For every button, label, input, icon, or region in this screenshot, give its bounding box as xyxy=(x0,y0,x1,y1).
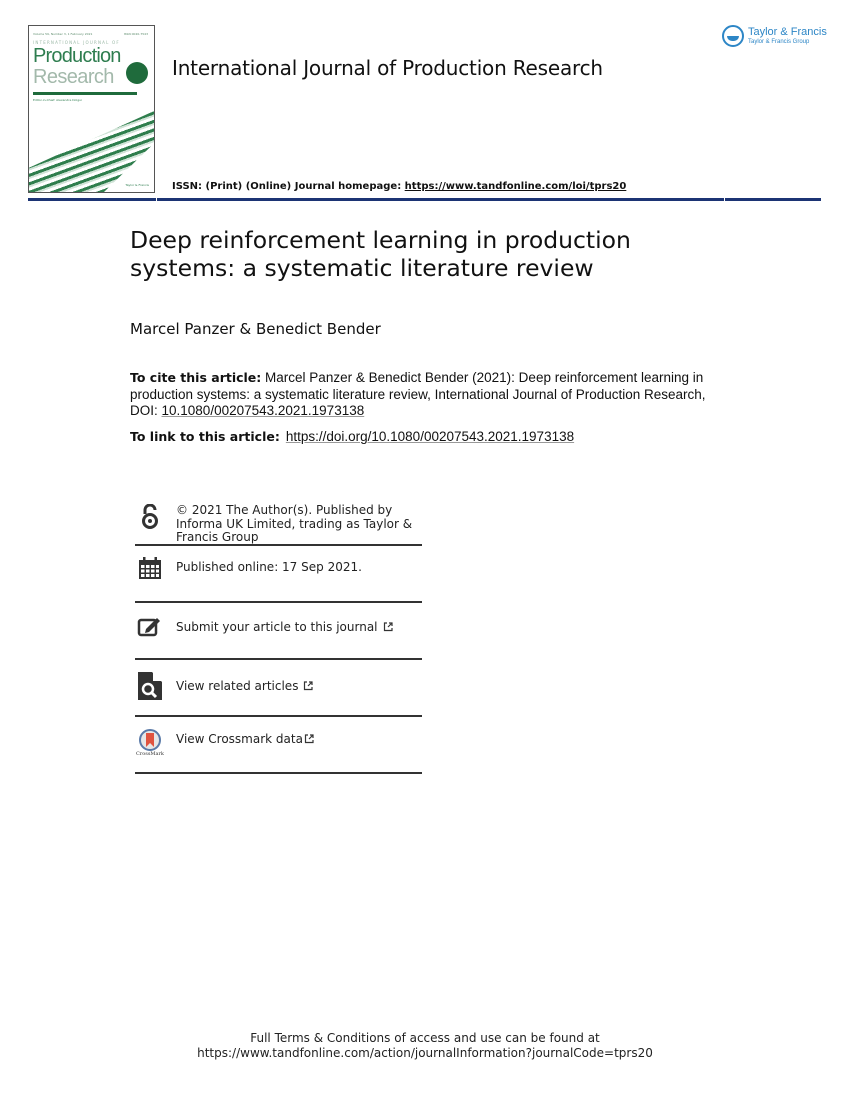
open-access-icon xyxy=(135,504,165,530)
related-search-icon xyxy=(135,672,165,700)
cover-band xyxy=(33,92,137,95)
journal-cover-image: Volume 59, Number 3, 1 February 2021 ISS… xyxy=(28,25,155,193)
cover-title-line1: Production xyxy=(33,45,121,67)
journal-homepage-link[interactable]: https://www.tandfonline.com/loi/tprs20 xyxy=(405,181,627,192)
footer-terms-text: Full Terms & Conditions of access and us… xyxy=(250,1031,600,1045)
edit-icon xyxy=(135,615,165,637)
article-link-block: To link to this article: https://doi.org/… xyxy=(130,429,574,444)
published-row: Published online: 17 Sep 2021. xyxy=(135,546,422,603)
cover-volume-line: Volume 59, Number 3, 1 February 2021 xyxy=(33,32,93,36)
crossmark-icon: CrossMark xyxy=(135,729,165,757)
article-authors: Marcel Panzer & Benedict Bender xyxy=(130,320,381,338)
calendar-icon xyxy=(135,556,165,580)
link-label: To link to this article: xyxy=(130,429,280,444)
publisher-group: Taylor & Francis Group xyxy=(748,38,810,45)
citation-block: To cite this article: Marcel Panzer & Be… xyxy=(130,370,720,420)
cover-publisher: Taylor & Francis xyxy=(125,183,149,187)
footer-terms-url[interactable]: https://www.tandfonline.com/action/journ… xyxy=(0,1046,850,1061)
article-title: Deep reinforcement learning in productio… xyxy=(130,226,631,282)
copyright-text: © 2021 The Author(s). Published by Infor… xyxy=(176,503,413,544)
related-articles-link[interactable]: View related articles xyxy=(135,660,422,717)
submit-article-link[interactable]: Submit your article to this journal xyxy=(135,603,422,660)
open-access-row: © 2021 The Author(s). Published by Infor… xyxy=(135,496,422,546)
divider-tick xyxy=(724,197,725,201)
crossmark-label: CrossMark xyxy=(136,751,164,757)
doi-link[interactable]: 10.1080/00207543.2021.1973138 xyxy=(162,403,365,418)
published-date: Published online: 17 Sep 2021. xyxy=(176,560,362,574)
issn-label: ISSN: (Print) (Online) Journal homepage: xyxy=(172,181,405,192)
publisher-logo-icon xyxy=(722,25,744,47)
external-link-icon xyxy=(304,734,314,744)
crossmark-link[interactable]: CrossMark View Crossmark data xyxy=(135,717,422,774)
journal-title: International Journal of Production Rese… xyxy=(172,56,603,80)
article-info-list: © 2021 The Author(s). Published by Infor… xyxy=(135,496,422,774)
article-doi-url[interactable]: https://doi.org/10.1080/00207543.2021.19… xyxy=(286,429,574,444)
cover-title-line2: Research xyxy=(33,66,114,88)
issn-line: ISSN: (Print) (Online) Journal homepage:… xyxy=(172,181,626,192)
publisher-logo[interactable]: Taylor & Francis Taylor & Francis Group xyxy=(722,25,827,47)
submit-article-label: Submit your article to this journal xyxy=(176,620,378,634)
divider-tick xyxy=(156,197,157,201)
external-link-icon xyxy=(304,681,314,691)
cover-issn: ISSN 0020-7543 xyxy=(123,32,148,36)
publisher-name: Taylor & Francis xyxy=(748,25,827,38)
cite-label: To cite this article: xyxy=(130,370,262,385)
external-link-icon xyxy=(383,622,393,632)
footer: Full Terms & Conditions of access and us… xyxy=(0,1031,850,1061)
crossmark-text: View Crossmark data xyxy=(176,732,303,746)
cover-artwork xyxy=(29,111,154,192)
related-articles-label: View related articles xyxy=(176,679,299,693)
cover-badge xyxy=(126,62,148,84)
header-divider xyxy=(28,197,821,201)
cover-editor: Editor-in-Chief: Alexandre Dolgui xyxy=(33,98,82,102)
